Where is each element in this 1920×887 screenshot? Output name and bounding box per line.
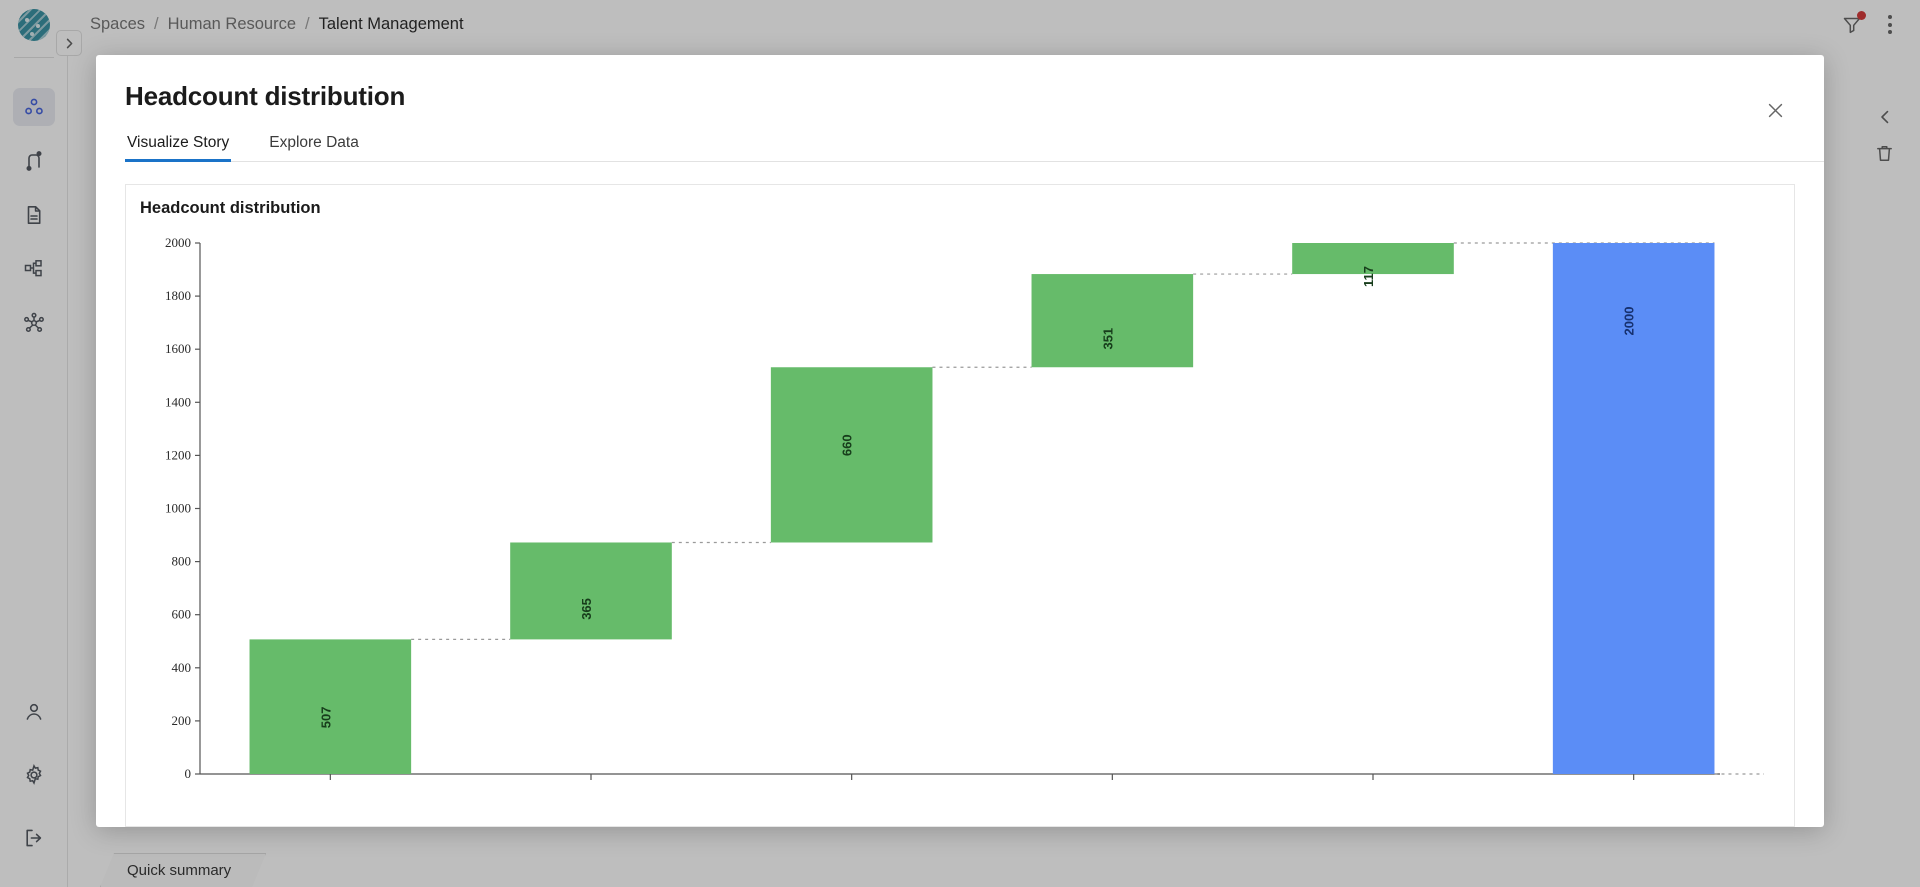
svg-text:1000: 1000: [165, 501, 191, 516]
svg-text:365: 365: [579, 598, 594, 620]
tab-explore-data-label: Explore Data: [269, 134, 359, 151]
headcount-distribution-modal: Headcount distribution Visualize Story E…: [96, 55, 1824, 827]
svg-text:800: 800: [172, 554, 192, 569]
chart-title: Headcount distribution: [140, 199, 321, 217]
tab-visualize-story-label: Visualize Story: [127, 134, 230, 151]
svg-text:2000: 2000: [1622, 307, 1637, 336]
svg-text:2000: 2000: [165, 235, 191, 250]
modal-tabs: Visualize Story Explore Data: [125, 134, 1824, 162]
close-icon[interactable]: [1762, 97, 1788, 123]
svg-text:117: 117: [1361, 266, 1376, 287]
svg-text:660: 660: [840, 434, 855, 456]
svg-text:0: 0: [185, 766, 192, 781]
svg-text:1800: 1800: [165, 288, 191, 303]
svg-text:1400: 1400: [165, 394, 191, 409]
tab-visualize-story[interactable]: Visualize Story: [125, 134, 232, 162]
waterfall-chart[interactable]: 0 200 400 600 800 1000 1200 1400 1600 1800 2000 507…: [126, 229, 1794, 826]
modal-title: Headcount distribution: [125, 81, 406, 111]
svg-text:1600: 1600: [165, 341, 191, 356]
svg-text:400: 400: [172, 660, 192, 675]
svg-text:1200: 1200: [165, 447, 191, 462]
tab-explore-data[interactable]: Explore Data: [267, 134, 361, 161]
chart-card: Headcount distribution 0 200 400 600 800 1000…: [125, 184, 1795, 827]
svg-text:507: 507: [318, 707, 333, 729]
svg-text:200: 200: [172, 713, 192, 728]
svg-text:600: 600: [172, 607, 192, 622]
svg-text:351: 351: [1100, 328, 1115, 350]
